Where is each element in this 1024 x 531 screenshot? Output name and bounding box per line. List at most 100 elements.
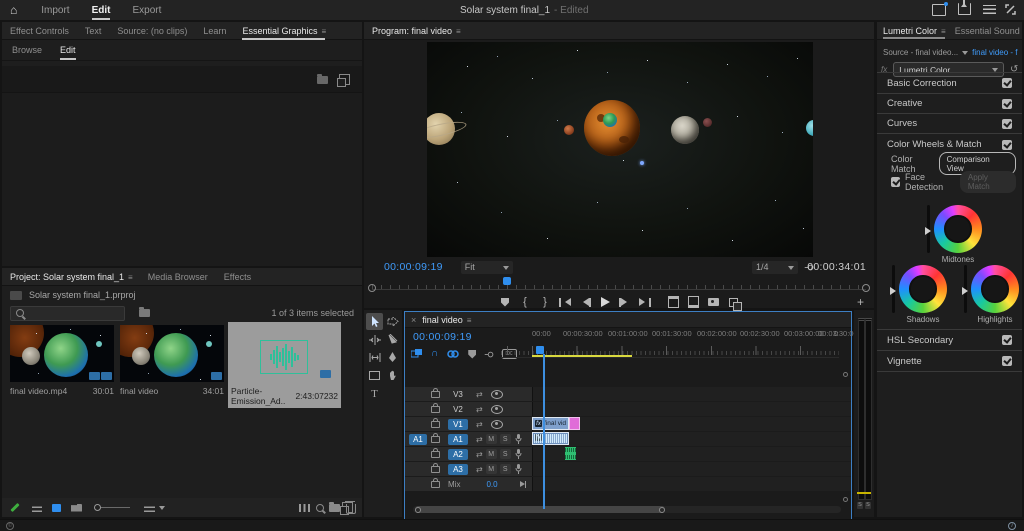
add-marker-button[interactable] (497, 295, 514, 309)
type-tool[interactable]: T (366, 385, 383, 402)
track-output-eye-icon[interactable] (491, 420, 503, 429)
panel-menu-icon[interactable]: ≡ (467, 316, 471, 325)
mute-button-a3[interactable]: M (486, 464, 497, 474)
track-a2-content[interactable] (532, 447, 851, 461)
panel-menu-icon[interactable]: ≡ (456, 27, 460, 36)
export-frame-button[interactable] (705, 295, 722, 309)
track-label-v1[interactable]: V1 (448, 419, 468, 430)
voiceover-mic-icon[interactable] (515, 449, 522, 459)
chevron-down-icon[interactable] (962, 51, 968, 58)
quick-settings-icon[interactable] (983, 5, 996, 14)
playhead-handle[interactable] (536, 346, 544, 354)
program-current-timecode[interactable]: 00:00:09:19 (384, 261, 443, 273)
linked-selection-icon[interactable] (447, 349, 459, 359)
sync-lock-icon[interactable]: ⇄ (476, 450, 483, 459)
meter-solo-right[interactable]: S (865, 502, 871, 509)
apply-match-button-disabled[interactable]: Apply Match (960, 171, 1016, 193)
zoom-level-select[interactable]: Fit (461, 261, 513, 274)
shadows-wheel[interactable] (899, 265, 947, 313)
panel-menu-icon[interactable]: ≡ (322, 27, 326, 36)
selection-tool[interactable] (366, 313, 383, 330)
tab-program[interactable]: Program: final video≡ (372, 26, 460, 36)
project-item-particle-emission-selected[interactable]: Particle-Emission_Ad.. 2:43:07232 (228, 322, 341, 408)
play-button[interactable] (597, 295, 614, 309)
midtones-slider[interactable] (927, 205, 930, 253)
tab-sequence-final-video[interactable]: final video≡ (422, 315, 470, 325)
track-a3-content[interactable] (532, 462, 851, 476)
go-to-in-button[interactable] (557, 295, 574, 309)
playhead-line[interactable] (543, 354, 545, 509)
lock-icon[interactable] (431, 421, 440, 428)
snap-icon[interactable]: ∩ (431, 350, 438, 358)
section-basic-correction[interactable]: Basic Correction (877, 72, 1022, 93)
timeline-current-timecode[interactable]: 00:00:09:19 (413, 331, 472, 343)
lock-icon[interactable] (431, 436, 440, 443)
menu-import[interactable]: Import (41, 5, 69, 16)
section-hsl-secondary[interactable]: HSL Secondary (877, 329, 1022, 350)
lock-icon[interactable] (431, 451, 440, 458)
track-label-v2[interactable]: V2 (448, 404, 468, 415)
bin-up-icon[interactable] (139, 309, 150, 317)
project-bin-name[interactable]: Solar system final_1.prproj (29, 290, 136, 300)
section-creative[interactable]: Creative (877, 93, 1022, 113)
project-item-final-video-sequence[interactable]: final video 34:01 (120, 325, 224, 403)
subtab-edit[interactable]: Edit (60, 45, 76, 55)
extract-button[interactable] (685, 295, 702, 309)
sort-icon[interactable] (144, 504, 155, 512)
tab-essential-sound[interactable]: Essential Sound (955, 26, 1020, 36)
tab-media-browser[interactable]: Media Browser (148, 272, 208, 282)
nest-sequence-icon[interactable] (411, 349, 422, 359)
lock-icon[interactable] (431, 406, 440, 413)
share-icon[interactable] (958, 3, 971, 15)
list-view-icon[interactable] (32, 504, 42, 512)
voiceover-mic-icon[interactable] (515, 434, 522, 444)
tab-effect-controls[interactable]: Effect Controls (10, 26, 69, 36)
sync-lock-icon[interactable]: ⇄ (476, 435, 483, 444)
lumetri-source-clip[interactable]: final video - final v... (972, 48, 1018, 57)
scrubber-right-handle[interactable] (862, 284, 870, 292)
clip-final-video-v1[interactable]: fx final vid (532, 417, 569, 430)
track-label-a3[interactable]: A3 (448, 464, 468, 475)
highlights-wheel[interactable] (971, 265, 1019, 313)
timeline-vertical-scrollbar[interactable] (843, 372, 848, 502)
sync-lock-icon[interactable]: ⇄ (476, 465, 483, 474)
razor-tool[interactable] (384, 331, 401, 348)
slip-tool[interactable] (366, 349, 383, 366)
program-scrubber[interactable] (368, 277, 870, 291)
mark-out-button[interactable]: } (537, 295, 554, 309)
pen-tool[interactable] (384, 349, 401, 366)
solo-button-a1[interactable]: S (500, 434, 511, 444)
source-patch-a1[interactable]: A1 (409, 434, 427, 445)
tab-effects[interactable]: Effects (224, 272, 251, 282)
track-label-v3[interactable]: V3 (448, 389, 468, 400)
clip-pink-v1[interactable] (569, 417, 580, 430)
project-item-final-video-mp4[interactable]: final video.mp4 30:01 (10, 325, 114, 403)
new-layer-icon[interactable] (339, 74, 350, 85)
new-bin-icon[interactable] (329, 504, 340, 512)
item-name[interactable]: Particle-Emission_Ad.. (231, 386, 295, 406)
menu-export[interactable]: Export (132, 5, 161, 16)
sort-chevron-icon[interactable] (159, 506, 165, 513)
track-v2-content[interactable] (532, 402, 851, 416)
comparison-view-button[interactable] (725, 295, 742, 309)
tab-text[interactable]: Text (85, 26, 102, 36)
sync-status-icon[interactable]: © (6, 522, 14, 530)
scrubber-left-handle[interactable] (368, 284, 376, 292)
icon-view-icon[interactable] (52, 504, 61, 512)
tab-lumetri-color[interactable]: Lumetri Color≡ (883, 26, 945, 36)
tab-project[interactable]: Project: Solar system final_1≡ (10, 272, 132, 282)
track-label-a2[interactable]: A2 (448, 449, 468, 460)
tab-source[interactable]: Source: (no clips) (117, 26, 187, 36)
creative-checkbox[interactable] (1002, 99, 1012, 109)
timeline-settings-wrench-icon[interactable]: ⚲ (483, 350, 494, 357)
mark-in-button[interactable]: { (517, 295, 534, 309)
voiceover-mic-icon[interactable] (515, 464, 522, 474)
tab-essential-graphics[interactable]: Essential Graphics≡ (242, 26, 325, 36)
ripple-edit-tool[interactable] (366, 331, 383, 348)
lift-button[interactable] (665, 295, 682, 309)
lock-icon[interactable] (431, 391, 440, 398)
sync-lock-icon[interactable]: ⇄ (476, 390, 483, 399)
track-label-a1[interactable]: A1 (448, 434, 468, 445)
keyframe-navigator-icon[interactable] (520, 481, 527, 488)
hand-tool[interactable] (384, 367, 401, 384)
